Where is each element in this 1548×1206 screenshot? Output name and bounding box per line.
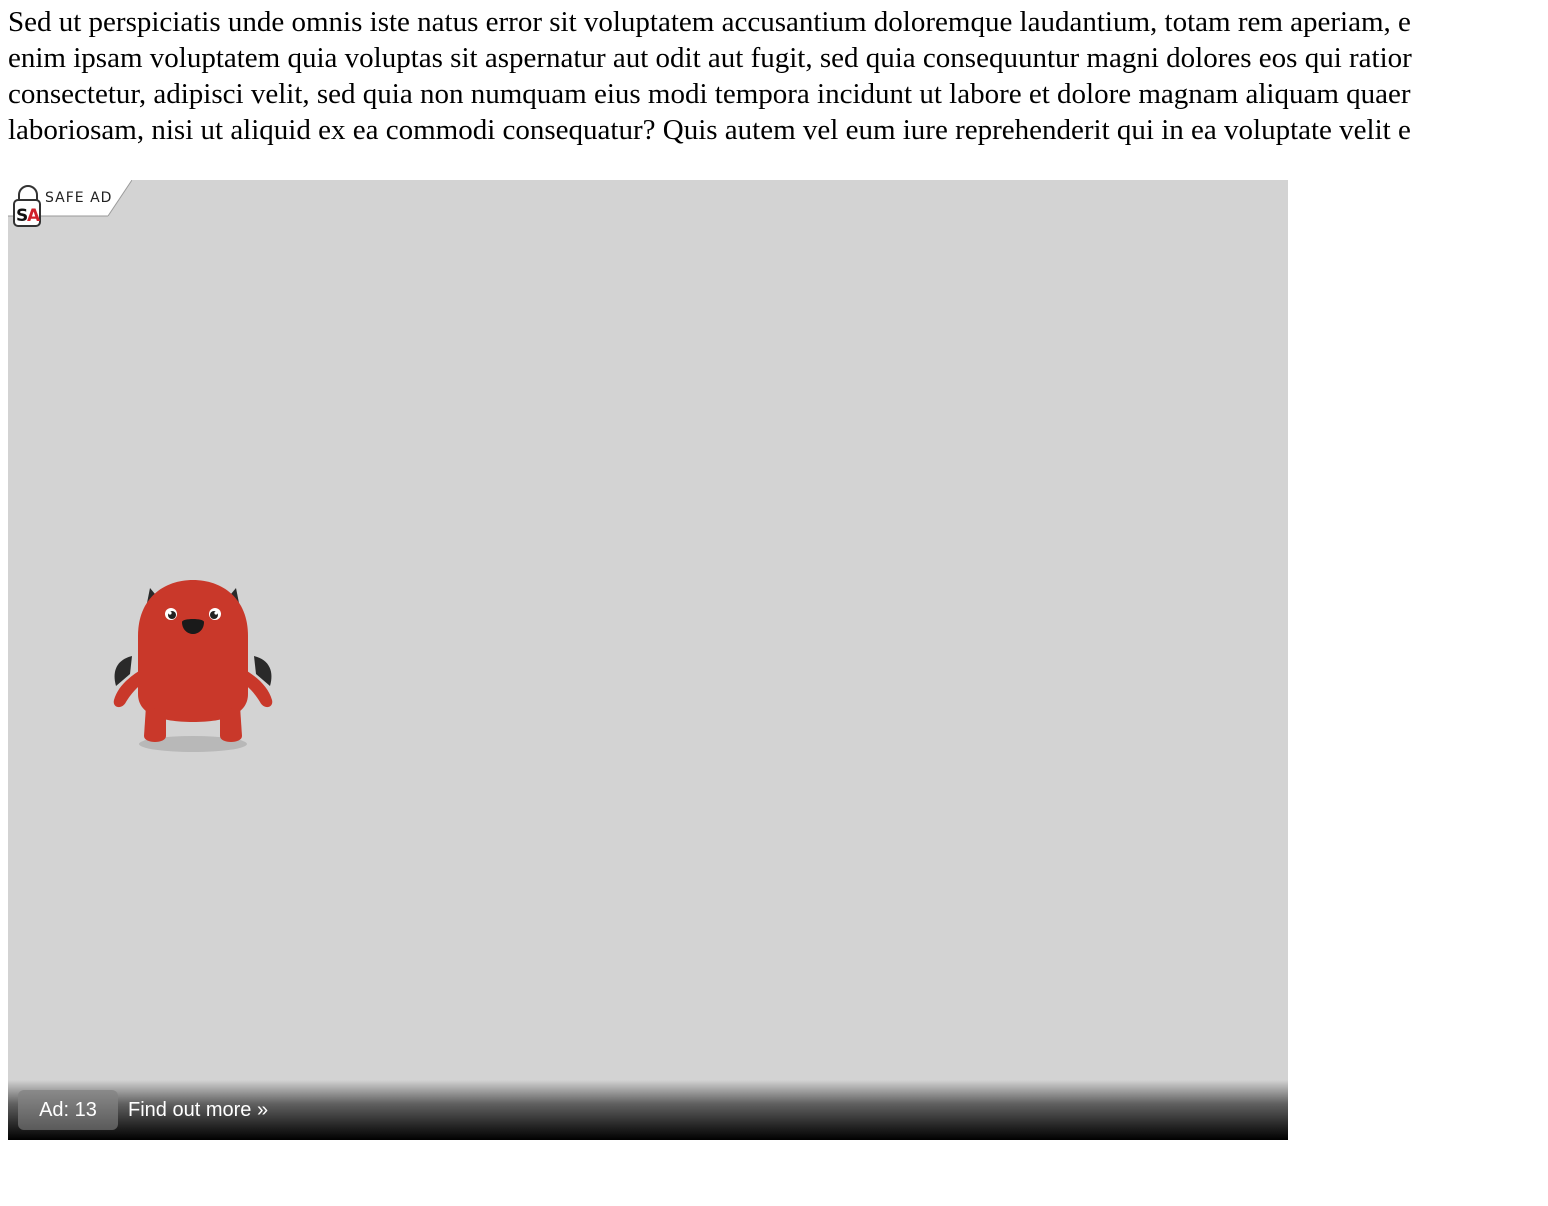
safe-ad-logo-a: A [27,206,41,226]
safe-ad-badge: S A SAFE AD [8,180,132,227]
article-text: Sed ut perspiciatis unde omnis iste natu… [8,4,1548,148]
ad-control-bar: Ad: 13 Find out more » [8,1080,1288,1140]
ad-countdown-badge: Ad: 13 [18,1090,118,1130]
find-out-more-link[interactable]: Find out more » [128,1090,268,1130]
padlock-icon: S A [13,185,41,227]
video-ad-player[interactable]: S A SAFE AD Ad: 13 Find out more » [8,180,1288,1140]
safe-ad-label: SAFE AD [45,190,113,206]
article-line-2: enim ipsam voluptatem quia voluptas sit … [8,42,1412,74]
red-devil-mascot-icon [113,580,273,752]
article-line-1: Sed ut perspiciatis unde omnis iste natu… [8,6,1411,38]
article-line-3: consectetur, adipisci velit, sed quia no… [8,78,1411,110]
article-line-4: laboriosam, nisi ut aliquid ex ea commod… [8,114,1411,146]
